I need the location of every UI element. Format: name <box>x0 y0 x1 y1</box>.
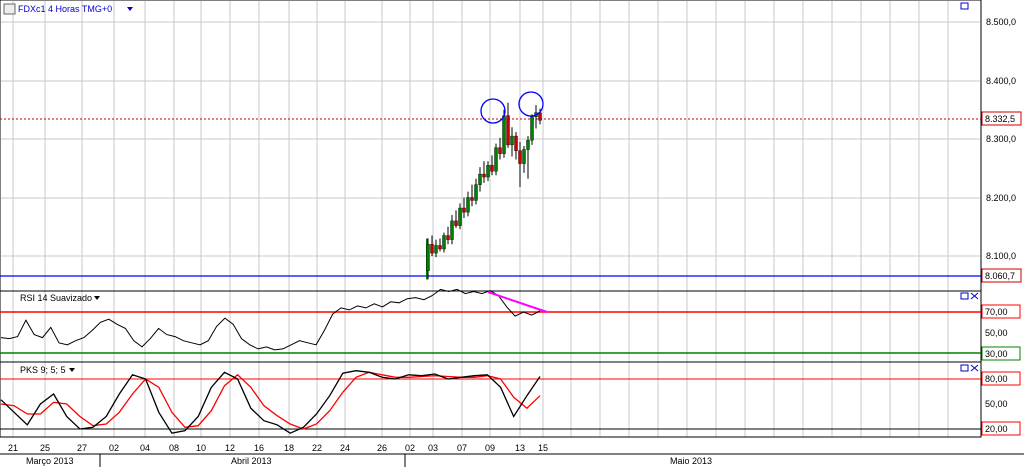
candle <box>502 115 506 154</box>
day-tick-label: 27 <box>77 443 87 453</box>
day-tick-label: 15 <box>538 443 548 453</box>
price-tick-label: 8.100,0 <box>986 251 1016 261</box>
day-tick-label: 21 <box>8 443 18 453</box>
candle <box>490 165 494 172</box>
month-label: Maio 2013 <box>670 456 712 466</box>
rsi-mid-label: 50,00 <box>985 328 1008 338</box>
symbol-icon[interactable] <box>3 3 16 15</box>
maximize-icon[interactable] <box>960 292 969 300</box>
day-tick-label: 12 <box>225 443 235 453</box>
candle <box>498 147 502 154</box>
day-labels: 21 25 27 02 04 08 10 12 16 18 22 24 26 02 03 07 09 13 15 <box>8 443 548 453</box>
pks-panel: PKS 9; 5; 5 80,00 50,00 20,00 <box>0 361 1021 438</box>
chart-title: FDXc1 4 Horas TMG+0 <box>18 4 112 14</box>
close-icon[interactable] <box>970 292 979 300</box>
candle <box>510 135 514 146</box>
support-label: 8.060,7 <box>985 271 1015 281</box>
candle <box>526 139 530 150</box>
candle <box>446 235 450 240</box>
day-tick-label: 22 <box>312 443 322 453</box>
pks-mid-label: 50,00 <box>985 399 1008 409</box>
close-icon[interactable] <box>970 364 979 372</box>
rsi-upper-label: 70,00 <box>985 307 1008 317</box>
price-panel: 8.500,0 8.400,0 8.300,0 8.200,0 8.100,0 … <box>0 0 1022 292</box>
candle <box>470 197 474 201</box>
candle <box>486 165 490 178</box>
pks-title: PKS 9; 5; 5 <box>20 365 66 375</box>
chevron-down-icon[interactable] <box>94 296 100 300</box>
price-tick-label: 8.300,0 <box>986 134 1016 144</box>
price-tick-label: 8.400,0 <box>986 76 1016 86</box>
candle <box>474 184 478 201</box>
candle <box>518 150 522 164</box>
rsi-lower-label: 30,00 <box>985 349 1008 359</box>
candle <box>506 115 510 146</box>
day-tick-label: 25 <box>40 443 50 453</box>
candle <box>514 135 518 151</box>
candle <box>438 245 442 250</box>
chart-canvas: 8.500,0 8.400,0 8.300,0 8.200,0 8.100,0 … <box>0 0 1024 467</box>
candle <box>462 207 466 213</box>
candle <box>522 149 526 164</box>
candle <box>478 173 482 185</box>
day-tick-label: 03 <box>428 443 438 453</box>
candlestick-series <box>426 102 542 280</box>
candle <box>530 116 534 141</box>
last-price-label: 8.332,5 <box>985 114 1015 124</box>
day-tick-label: 08 <box>169 443 179 453</box>
chart-gridlines <box>1 1 980 437</box>
candle <box>430 244 434 254</box>
day-tick-label: 16 <box>254 443 264 453</box>
day-tick-label: 18 <box>284 443 294 453</box>
day-tick-label: 24 <box>340 443 350 453</box>
price-tick-label: 8.500,0 <box>986 17 1016 27</box>
maximize-icon[interactable] <box>960 2 969 10</box>
candle <box>454 220 458 226</box>
divergence-line <box>487 291 548 313</box>
rsi-title: RSI 14 Suavizado <box>20 293 92 303</box>
candle <box>426 244 430 271</box>
candle <box>494 147 498 172</box>
day-tick-label: 09 <box>485 443 495 453</box>
price-axis: 8.500,0 8.400,0 8.300,0 8.200,0 8.100,0 <box>986 17 1016 261</box>
rsi-panel: RSI 14 Suavizado 70,00 50,00 30,00 <box>0 288 1021 363</box>
candle <box>450 220 454 240</box>
peak-highlight-circle <box>518 91 544 117</box>
candle <box>482 173 486 178</box>
day-tick-label: 07 <box>457 443 467 453</box>
time-axis: 21 25 27 02 04 08 10 12 16 18 22 24 26 02 03 07 09 13 15 M… <box>0 443 1024 467</box>
month-label: Março 2013 <box>26 456 74 466</box>
month-label: Abril 2013 <box>231 456 272 466</box>
candle <box>458 207 462 226</box>
day-tick-label: 26 <box>377 443 387 453</box>
maximize-icon[interactable] <box>960 364 969 372</box>
price-tick-label: 8.200,0 <box>986 193 1016 203</box>
candle <box>434 245 438 254</box>
candle <box>466 197 470 213</box>
day-tick-label: 13 <box>515 443 525 453</box>
pks-lower-label: 20,00 <box>985 424 1008 434</box>
chevron-down-icon[interactable] <box>69 368 75 372</box>
pks-upper-label: 80,00 <box>985 374 1008 384</box>
day-tick-label: 04 <box>140 443 150 453</box>
day-tick-label: 10 <box>196 443 206 453</box>
chevron-down-icon[interactable] <box>127 7 133 11</box>
candle <box>442 235 446 250</box>
day-tick-label: 02 <box>405 443 415 453</box>
day-tick-label: 02 <box>109 443 119 453</box>
